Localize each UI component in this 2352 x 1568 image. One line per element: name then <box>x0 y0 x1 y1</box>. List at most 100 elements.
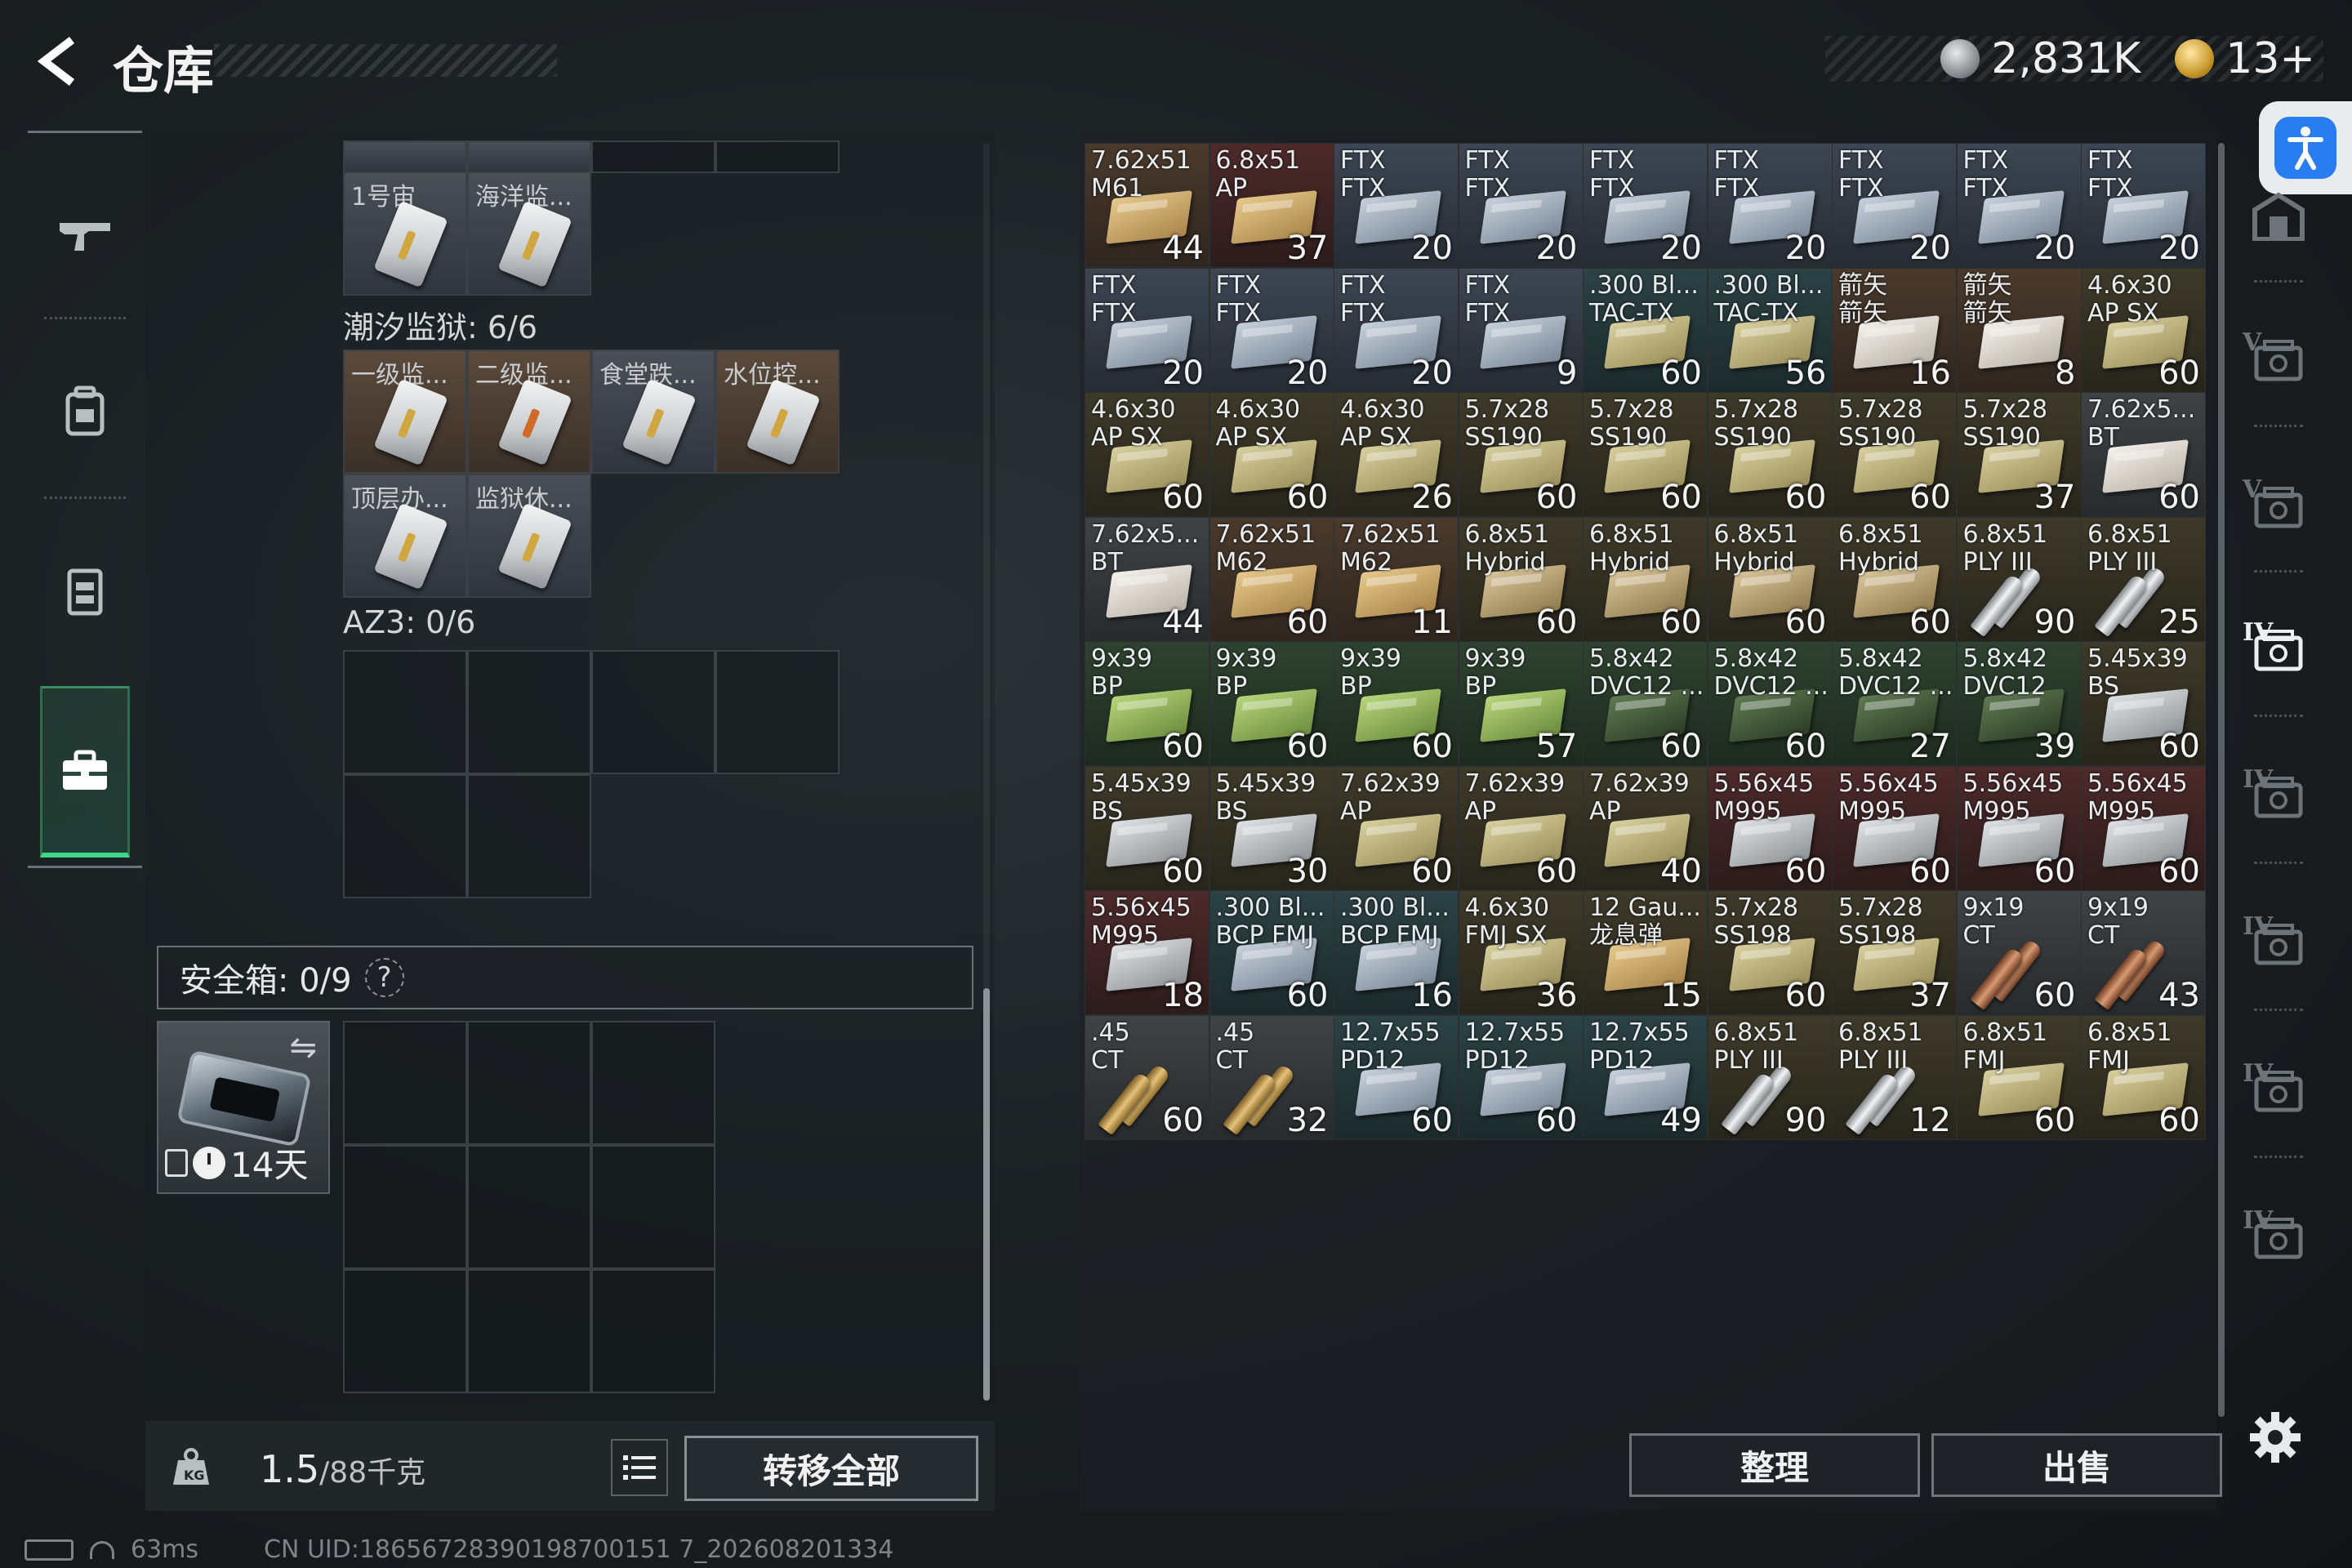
ammo-item[interactable]: 6.8x51 PLY III 90 <box>1707 1014 1833 1140</box>
bond-balance[interactable]: 13+ <box>2225 34 2315 83</box>
safe-slot[interactable] <box>591 1021 715 1145</box>
secure-case-item[interactable]: ⇋ 14天 <box>157 1021 330 1194</box>
list-view-button[interactable] <box>611 1439 668 1496</box>
empty-key-slot[interactable] <box>343 774 467 898</box>
ammo-item[interactable]: 5.56x45 M995 60 <box>1956 765 2082 891</box>
ammo-item[interactable]: 5.45x39 BS 60 <box>2081 641 2206 766</box>
empty-key-slot[interactable] <box>591 650 715 774</box>
ammo-item[interactable]: 5.56x45 M995 18 <box>1085 890 1209 1015</box>
ammo-item[interactable]: 6.8x51 Hybrid 60 <box>1832 516 1957 642</box>
nav-weapon[interactable] <box>40 176 130 298</box>
ammo-item[interactable]: 9x39 BP 57 <box>1458 641 1584 766</box>
ammo-item[interactable]: 7.62x51 M61 44 <box>1085 143 1209 268</box>
ammo-item[interactable]: FTX FTX 20 <box>1209 267 1334 393</box>
key-slot[interactable] <box>591 140 715 173</box>
nav-toolbox[interactable] <box>40 686 130 858</box>
ammo-item[interactable]: FTX FTX 20 <box>1956 143 2082 268</box>
safe-slot[interactable] <box>343 1021 467 1145</box>
ammo-item[interactable]: 6.8x51 PLY III 12 <box>1832 1014 1957 1140</box>
key-item[interactable]: 二级监... <box>467 350 591 474</box>
ammo-item[interactable]: 5.7x28 SS198 60 <box>1707 890 1833 1015</box>
ammo-item[interactable]: 9x39 BP 60 <box>1209 641 1334 766</box>
back-button[interactable] <box>24 29 90 94</box>
ammo-item[interactable]: FTX FTX 9 <box>1458 267 1584 393</box>
empty-key-slot[interactable] <box>343 650 467 774</box>
key-item[interactable]: 1号宙 <box>343 172 467 296</box>
ammo-item[interactable]: 箭矢 箭矢 8 <box>1956 267 2082 393</box>
ammo-item[interactable]: 12.7x55 PD12 60 <box>1334 1014 1459 1140</box>
ammo-item[interactable]: 9x39 BP 60 <box>1334 641 1459 766</box>
storage-tab[interactable]: V <box>2238 318 2319 400</box>
storage-tab[interactable] <box>2238 176 2319 257</box>
ammo-item[interactable]: 12.7x55 PD12 49 <box>1583 1014 1708 1140</box>
safe-slot[interactable] <box>343 1269 467 1393</box>
settings-button[interactable] <box>2244 1406 2306 1468</box>
ammo-item[interactable]: 5.8x42 DVC12 ... 60 <box>1707 641 1833 766</box>
ammo-item[interactable]: 5.7x28 SS190 60 <box>1583 392 1708 517</box>
storage-tab[interactable]: IV <box>2238 1196 2319 1278</box>
key-slot[interactable] <box>467 140 591 173</box>
ammo-item[interactable]: 6.8x51 PLY III 90 <box>1956 516 2082 642</box>
ammo-item[interactable]: 5.8x42 DVC12 39 <box>1956 641 2082 766</box>
ammo-item[interactable]: 5.56x45 M995 60 <box>2081 765 2206 891</box>
swap-icon[interactable]: ⇋ <box>289 1029 317 1067</box>
ammo-item[interactable]: 7.62x51 M62 11 <box>1334 516 1459 642</box>
key-item[interactable]: 监狱休... <box>467 474 591 598</box>
ammo-item[interactable]: 5.7x28 SS190 37 <box>1956 392 2082 517</box>
safe-slot[interactable] <box>467 1145 591 1269</box>
ammo-item[interactable]: FTX FTX 20 <box>1085 267 1209 393</box>
ammo-item[interactable]: 12 Gau... 龙息弹 15 <box>1583 890 1708 1015</box>
ammo-item[interactable]: 6.8x51 FMJ 60 <box>1956 1014 2082 1140</box>
ammo-item[interactable]: 5.56x45 M995 60 <box>1707 765 1833 891</box>
key-item[interactable]: 顶层办... <box>343 474 467 598</box>
transfer-all-button[interactable]: 转移全部 <box>684 1436 978 1501</box>
storage-tab[interactable]: V <box>2238 466 2319 547</box>
ammo-item[interactable]: FTX FTX 20 <box>1334 143 1459 268</box>
empty-key-slot[interactable] <box>467 650 591 774</box>
key-item[interactable]: 海洋监... <box>467 172 591 296</box>
ammo-item[interactable]: 6.8x51 PLY III 25 <box>2081 516 2206 642</box>
ammo-item[interactable]: 5.7x28 SS190 60 <box>1458 392 1584 517</box>
ammo-item[interactable]: 9x19 CT 60 <box>1956 890 2082 1015</box>
empty-key-slot[interactable] <box>715 650 840 774</box>
ammo-item[interactable]: FTX FTX 20 <box>1334 267 1459 393</box>
ammo-item[interactable]: 7.62x5... BT 60 <box>2081 392 2206 517</box>
ammo-item[interactable]: 5.56x45 M995 60 <box>1832 765 1957 891</box>
key-item[interactable]: 食堂跌... <box>591 350 715 474</box>
ammo-item[interactable]: 7.62x39 AP 60 <box>1334 765 1459 891</box>
ammo-item[interactable]: FTX FTX 20 <box>1832 143 1957 268</box>
ammo-item[interactable]: 12.7x55 PD12 60 <box>1458 1014 1584 1140</box>
key-item[interactable]: 水位控... <box>715 350 840 474</box>
ammo-item[interactable]: 7.62x5... BT 44 <box>1085 516 1209 642</box>
ammo-item[interactable]: 5.7x28 SS198 37 <box>1832 890 1957 1015</box>
safe-slot[interactable] <box>467 1021 591 1145</box>
safe-slot[interactable] <box>467 1269 591 1393</box>
ammo-item[interactable]: .300 Bl... TAC-TX 56 <box>1707 267 1833 393</box>
key-slot[interactable] <box>343 140 467 173</box>
ammo-item[interactable]: 5.8x42 DVC12 ... 60 <box>1583 641 1708 766</box>
ammo-item[interactable]: 9x19 CT 43 <box>2081 890 2206 1015</box>
ammo-item[interactable]: 9x39 BP 60 <box>1085 641 1209 766</box>
ammo-item[interactable]: 4.6x30 FMJ SX 36 <box>1458 890 1584 1015</box>
ammo-item[interactable]: 4.6x30 AP SX 60 <box>1209 392 1334 517</box>
ammo-item[interactable]: 6.8x51 Hybrid 60 <box>1583 516 1708 642</box>
ammo-item[interactable]: 4.6x30 AP SX 26 <box>1334 392 1459 517</box>
sell-button[interactable]: 出售 <box>1931 1433 2222 1497</box>
ammo-item[interactable]: FTX FTX 20 <box>2081 143 2206 268</box>
empty-key-slot[interactable] <box>467 774 591 898</box>
ammo-item[interactable]: 7.62x39 AP 60 <box>1458 765 1584 891</box>
nav-vest[interactable] <box>40 529 130 652</box>
ammo-item[interactable]: .45 CT 32 <box>1209 1014 1334 1140</box>
ammo-item[interactable]: 6.8x51 FMJ 60 <box>2081 1014 2206 1140</box>
storage-tab[interactable]: IV <box>2238 608 2319 690</box>
ammo-item[interactable]: .45 CT 60 <box>1085 1014 1209 1140</box>
ammo-item[interactable]: 5.45x39 BS 30 <box>1209 765 1334 891</box>
ammo-item[interactable]: 7.62x51 M62 60 <box>1209 516 1334 642</box>
ammo-item[interactable]: .300 Bl... TAC-TX 60 <box>1583 267 1708 393</box>
ammo-item[interactable]: 6.8x51 AP 37 <box>1209 143 1334 268</box>
key-item[interactable]: 一级监... <box>343 350 467 474</box>
ammo-item[interactable]: 5.7x28 SS190 60 <box>1707 392 1833 517</box>
ammo-item[interactable]: .300 Bl... BCP FMJ 60 <box>1209 890 1334 1015</box>
sort-button[interactable]: 整理 <box>1629 1433 1920 1497</box>
ammo-item[interactable]: 4.6x30 AP SX 60 <box>1085 392 1209 517</box>
